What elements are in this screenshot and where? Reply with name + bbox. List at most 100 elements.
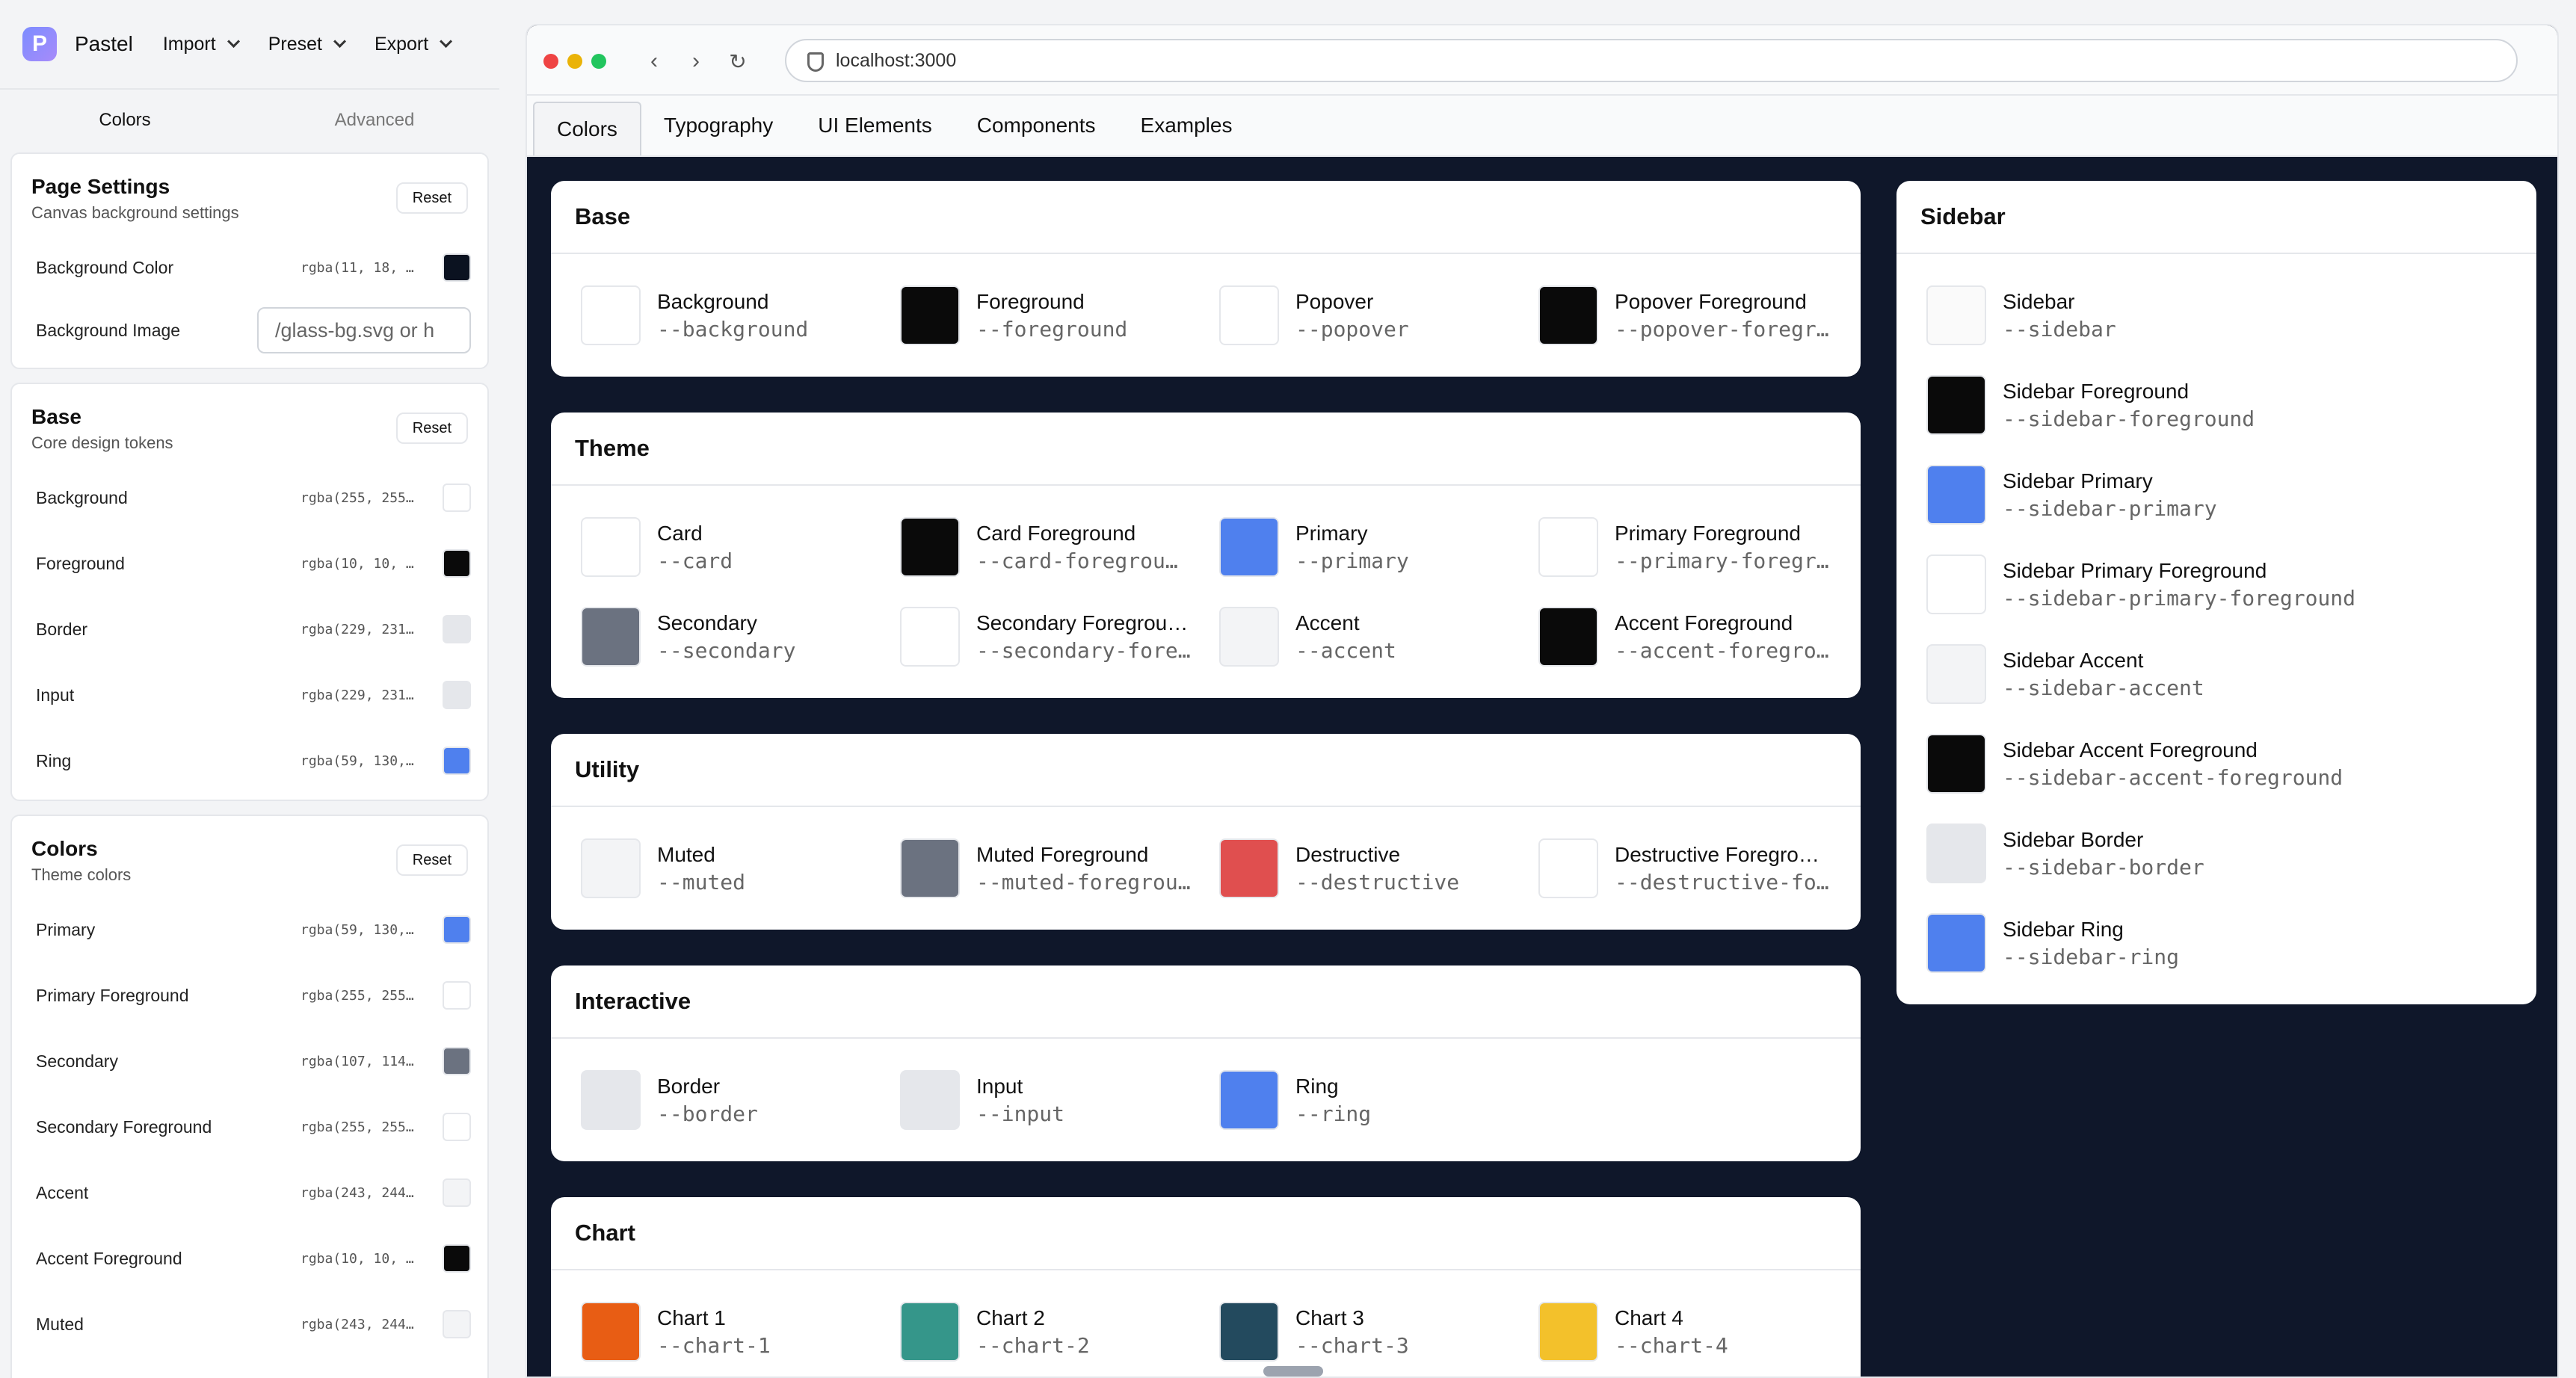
color-token[interactable]: Chart 2 --chart-2 <box>900 1300 1199 1363</box>
color-swatch[interactable] <box>443 981 471 1010</box>
color-swatch[interactable] <box>443 1244 471 1273</box>
color-swatch[interactable] <box>443 915 471 944</box>
color-token[interactable]: Muted Foreground --muted-foregrou… <box>900 837 1199 900</box>
tab-ui-elements[interactable]: UI Elements <box>795 99 955 152</box>
card-title: Colors <box>31 837 98 860</box>
color-swatch <box>1219 838 1279 898</box>
color-token[interactable]: Muted --muted <box>581 837 880 900</box>
color-swatch[interactable] <box>443 681 471 709</box>
color-token[interactable]: Sidebar Ring --sidebar-ring <box>1926 912 2509 974</box>
token-variable: --ring <box>1295 1101 1372 1126</box>
color-swatch <box>581 1070 641 1130</box>
tab-examples[interactable]: Examples <box>1118 99 1255 152</box>
token-row: Border rgba(229, 231… <box>12 596 487 662</box>
color-token[interactable]: Sidebar Accent Foreground --sidebar-accen… <box>1926 732 2509 795</box>
color-token[interactable]: Popover --popover <box>1219 284 1518 347</box>
reset-button[interactable]: Reset <box>395 413 468 444</box>
background-image-input[interactable]: /glass-bg.svg or h <box>257 307 471 353</box>
color-swatch[interactable] <box>443 747 471 775</box>
token-variable: --sidebar-accent-foreground <box>2003 764 2344 790</box>
color-token[interactable]: Foreground --foreground <box>900 284 1199 347</box>
token-name: Secondary <box>657 611 757 634</box>
token-variable: --popover-foregr… <box>1615 316 1829 342</box>
color-token[interactable]: Destructive --destructive <box>1219 837 1518 900</box>
color-swatch[interactable] <box>443 1310 471 1338</box>
color-swatch <box>581 607 641 667</box>
tab-colors[interactable]: Colors <box>533 102 641 155</box>
color-token[interactable]: Chart 1 --chart-1 <box>581 1300 880 1363</box>
color-swatch <box>1926 824 1986 883</box>
tab-colors[interactable]: Colors <box>0 90 250 151</box>
back-arrow-icon[interactable]: ‹ <box>641 48 668 75</box>
color-token[interactable]: Sidebar Border --sidebar-border <box>1926 822 2509 885</box>
import-menu[interactable]: Import <box>163 34 240 55</box>
token-row: Secondary Foreground rgba(255, 255… <box>12 1094 487 1160</box>
reset-button[interactable]: Reset <box>395 844 468 876</box>
color-swatch[interactable] <box>443 549 471 578</box>
token-text: Popover Foreground --popover-foregr… <box>1615 290 1829 342</box>
color-swatch[interactable] <box>443 615 471 643</box>
token-variable: --muted-foregrou… <box>976 869 1191 895</box>
color-token[interactable]: Chart 3 --chart-3 <box>1219 1300 1518 1363</box>
settings-panel: P Pastel Import Preset Export Colors Adv… <box>0 0 499 1378</box>
color-token[interactable]: Card Foreground --card-foregrou… <box>900 516 1199 578</box>
card-title: Base <box>31 405 81 428</box>
color-token[interactable]: Primary --primary <box>1219 516 1518 578</box>
token-text: Background --background <box>657 290 808 342</box>
color-token[interactable]: Accent --accent <box>1219 605 1518 668</box>
token-name: Popover Foreground <box>1615 289 1807 313</box>
color-token[interactable]: Sidebar Foreground --sidebar-foreground <box>1926 374 2509 436</box>
color-token[interactable]: Border --border <box>581 1069 880 1131</box>
color-token[interactable]: Card --card <box>581 516 880 578</box>
close-window-dot[interactable] <box>543 54 558 69</box>
color-token[interactable]: Sidebar Primary Foreground --sidebar-prim… <box>1926 553 2509 616</box>
preview-tabs: Colors Typography UI Elements Components… <box>527 96 2557 157</box>
setting-value: rgba(11, 18, … <box>301 259 414 276</box>
color-token[interactable]: Primary Foreground --primary-foregr… <box>1538 516 1837 578</box>
scroll-handle[interactable] <box>1263 1366 1323 1377</box>
color-token[interactable]: Destructive Foregro… --destructive-fo… <box>1538 837 1837 900</box>
color-token[interactable]: Input --input <box>900 1069 1199 1131</box>
divider <box>551 253 1861 254</box>
color-token[interactable]: Accent Foreground --accent-foregro… <box>1538 605 1837 668</box>
color-token[interactable]: Popover Foreground --popover-foregr… <box>1538 284 1837 347</box>
token-name: Border <box>657 1074 721 1098</box>
color-token[interactable]: Background --background <box>581 284 880 347</box>
token-name: Accent Foreground <box>1615 611 1793 634</box>
token-text: Border --border <box>657 1075 758 1126</box>
color-swatch <box>1926 644 1986 704</box>
reset-button[interactable]: Reset <box>395 182 468 214</box>
export-menu[interactable]: Export <box>375 34 453 55</box>
token-value: rgba(10, 10, … <box>301 1250 414 1267</box>
color-token[interactable]: Chart 4 --chart-4 <box>1538 1300 1837 1363</box>
color-token[interactable]: Secondary --secondary <box>581 605 880 668</box>
minimize-window-dot[interactable] <box>567 54 582 69</box>
token-text: Destructive --destructive <box>1295 843 1459 895</box>
token-text: Sidebar --sidebar <box>2003 290 2116 342</box>
theme-colors-card: Theme Card --card Card Foreground --card-fo… <box>551 413 1861 698</box>
reload-icon[interactable]: ↻ <box>724 48 751 75</box>
maximize-window-dot[interactable] <box>591 54 606 69</box>
color-swatch[interactable] <box>443 1113 471 1141</box>
preset-menu[interactable]: Preset <box>268 34 346 55</box>
token-variable: --destructive-fo… <box>1615 869 1829 895</box>
color-token[interactable]: Ring --ring <box>1219 1069 1518 1131</box>
color-swatch[interactable] <box>443 1047 471 1075</box>
tab-advanced[interactable]: Advanced <box>250 90 499 151</box>
tab-typography[interactable]: Typography <box>641 99 795 152</box>
color-token[interactable]: Sidebar --sidebar <box>1926 284 2509 347</box>
color-token[interactable]: Secondary Foregrou… --secondary-fore… <box>900 605 1199 668</box>
color-swatch <box>581 517 641 577</box>
token-name: Chart 2 <box>976 1306 1045 1329</box>
tab-components[interactable]: Components <box>955 99 1118 152</box>
forward-arrow-icon[interactable]: › <box>682 48 709 75</box>
color-swatch[interactable] <box>443 483 471 512</box>
panel-tabs: Colors Advanced <box>0 90 499 151</box>
token-name: Sidebar Foreground <box>2003 379 2190 403</box>
token-label: Secondary Foreground <box>36 1116 212 1137</box>
address-bar[interactable]: localhost:3000 <box>785 39 2518 82</box>
color-swatch[interactable] <box>443 253 471 282</box>
color-token[interactable]: Sidebar Accent --sidebar-accent <box>1926 643 2509 705</box>
color-token[interactable]: Sidebar Primary --sidebar-primary <box>1926 463 2509 526</box>
color-swatch[interactable] <box>443 1178 471 1207</box>
